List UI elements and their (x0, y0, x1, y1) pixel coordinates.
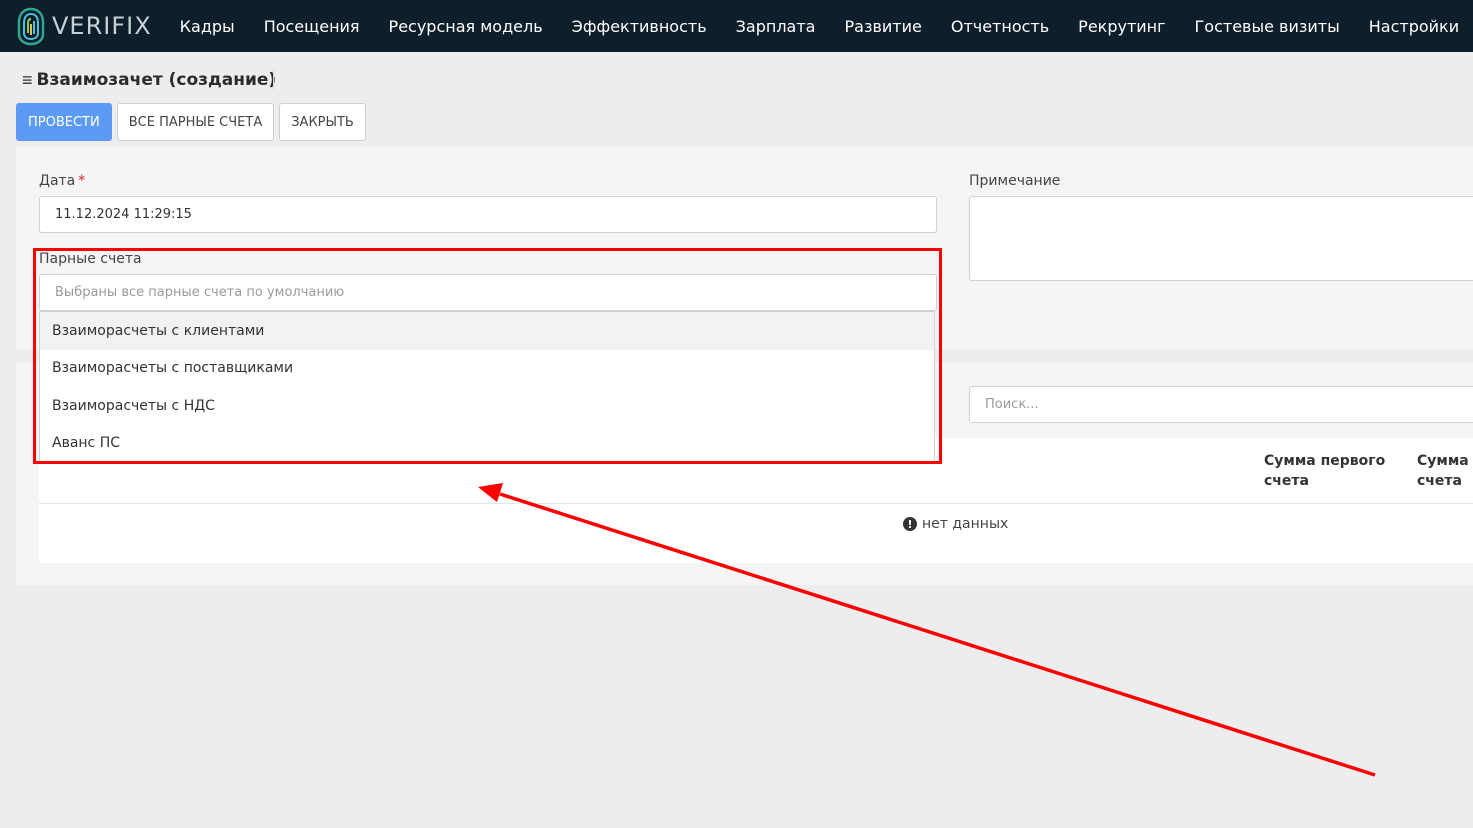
note-label: Примечание (969, 173, 1061, 189)
nav-item-recruiting[interactable]: Рекрутинг (1078, 17, 1165, 36)
table-header-divider (39, 503, 1473, 504)
nav-item-guest-visits[interactable]: Гостевые визиты (1195, 17, 1340, 36)
page-title: Взаимозачет (создание) (36, 70, 277, 90)
exclamation-circle-icon: ! (903, 517, 917, 531)
column-header-second-amount[interactable]: Сумма второго счета (1417, 451, 1473, 491)
toolbar: ПРОВЕСТИ ВСЕ ПАРНЫЕ СЧЕТА ЗАКРЫТЬ (16, 103, 371, 141)
dropdown-option[interactable]: Взаиморасчеты с поставщиками (40, 350, 934, 388)
nav-item-salary[interactable]: Зарплата (736, 17, 816, 36)
close-button[interactable]: ЗАКРЫТЬ (279, 103, 366, 141)
title-divider (273, 68, 274, 90)
logo-text: VERIFIX (52, 12, 152, 40)
nav-item-development[interactable]: Развитие (844, 17, 921, 36)
pair-accounts-label: Парные счета (39, 251, 142, 267)
empty-state: ! нет данных (903, 516, 1008, 532)
page-header: ≡ Взаимозачет (создание) (22, 68, 276, 92)
fingerprint-icon (17, 7, 45, 46)
dropdown-option[interactable]: Взаиморасчеты с НДС (40, 387, 934, 425)
search-input[interactable]: Поиск... (969, 386, 1473, 423)
post-button[interactable]: ПРОВЕСТИ (16, 103, 112, 141)
top-navbar: VERIFIX Кадры Посещения Ресурсная модель… (0, 0, 1473, 52)
pair-accounts-select[interactable]: Выбраны все парные счета по умолчанию (39, 274, 937, 311)
nav-item-efficiency[interactable]: Эффективность (572, 17, 707, 36)
logo[interactable]: VERIFIX (16, 0, 152, 52)
nav-item-attendance[interactable]: Посещения (264, 17, 360, 36)
date-input[interactable]: 11.12.2024 11:29:15 (39, 196, 937, 233)
nav-item-reports[interactable]: Отчетность (951, 17, 1049, 36)
hamburger-icon[interactable]: ≡ (22, 70, 33, 91)
nav-item-staff[interactable]: Кадры (180, 17, 235, 36)
nav-item-resource-model[interactable]: Ресурсная модель (389, 17, 543, 36)
column-header-first-amount[interactable]: Сумма первого счета (1264, 451, 1404, 491)
note-textarea[interactable] (969, 196, 1473, 281)
date-label: Дата * (39, 173, 86, 189)
dropdown-option[interactable]: Аванс ПС (40, 425, 934, 463)
main-nav: Кадры Посещения Ресурсная модель Эффекти… (180, 17, 1473, 36)
all-pair-accounts-button[interactable]: ВСЕ ПАРНЫЕ СЧЕТА (116, 103, 275, 141)
empty-state-text: нет данных (922, 516, 1009, 532)
pair-accounts-dropdown: Взаиморасчеты с клиентами Взаиморасчеты … (39, 311, 935, 463)
required-mark: * (78, 173, 86, 189)
nav-item-settings[interactable]: Настройки (1369, 17, 1459, 36)
dropdown-option[interactable]: Взаиморасчеты с клиентами (40, 312, 934, 350)
